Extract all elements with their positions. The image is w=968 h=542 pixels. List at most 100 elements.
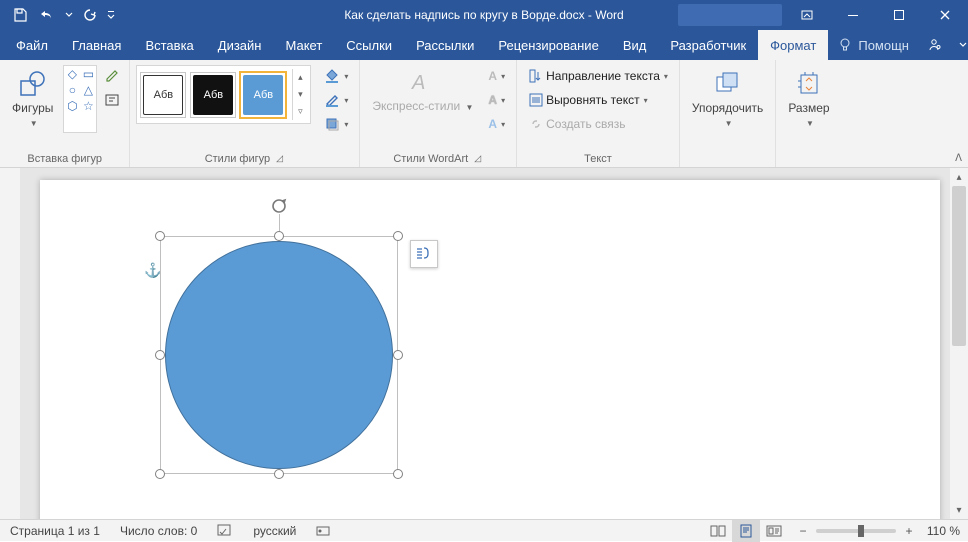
vertical-scrollbar[interactable]: ▴ ▾ [950, 168, 968, 519]
size-button[interactable]: Размер▼ [782, 65, 835, 134]
minimize-button[interactable] [830, 0, 876, 30]
zoom-controls: − + 110 % [788, 524, 968, 538]
group-shape-styles: Абв Абв Абв ▴▾▿ ▾ ▾ ▾ Стили фигур ◿ [130, 60, 360, 167]
read-mode-button[interactable] [704, 520, 732, 542]
tab-developer[interactable]: Разработчик [658, 30, 758, 60]
tab-view[interactable]: Вид [611, 30, 659, 60]
language-indicator[interactable]: русский [243, 520, 306, 541]
document-page[interactable]: ⚓ [40, 180, 940, 519]
zoom-slider[interactable] [816, 529, 896, 533]
handle-s[interactable] [274, 469, 284, 479]
page-indicator[interactable]: Страница 1 из 1 [0, 520, 110, 541]
wordart-express-button[interactable]: A Экспресс-стили ▼ [366, 65, 479, 118]
text-outline-button[interactable]: A▾ [483, 89, 510, 111]
arrange-button[interactable]: Упорядочить▼ [686, 65, 769, 134]
handle-e[interactable] [393, 350, 403, 360]
vertical-ruler [0, 168, 20, 519]
tab-layout[interactable]: Макет [273, 30, 334, 60]
shape-outline-button[interactable]: ▾ [319, 89, 353, 111]
share-button[interactable] [919, 37, 949, 53]
handle-se[interactable] [393, 469, 403, 479]
tab-file[interactable]: Файл [4, 30, 60, 60]
size-icon [795, 69, 823, 99]
ribbon-tabs: Файл Главная Вставка Дизайн Макет Ссылки… [0, 30, 968, 60]
handle-w[interactable] [155, 350, 165, 360]
text-fill-button[interactable]: A▾ [483, 65, 510, 87]
text-effects-button[interactable]: A▾ [483, 113, 510, 135]
zoom-level[interactable]: 110 % [922, 524, 960, 538]
tell-me[interactable]: Помощн [828, 38, 919, 53]
web-layout-button[interactable] [760, 520, 788, 542]
ribbon-display-options[interactable] [784, 0, 830, 30]
shapes-button[interactable]: Фигуры▼ [6, 65, 59, 134]
wordart-launcher[interactable]: ◿ [472, 153, 483, 164]
tab-insert[interactable]: Вставка [133, 30, 205, 60]
tab-references[interactable]: Ссылки [334, 30, 404, 60]
align-text-button[interactable]: Выровнять текст▾ [523, 89, 673, 111]
scroll-track[interactable] [950, 186, 968, 501]
undo-dropdown[interactable] [62, 1, 76, 29]
shape-style-gallery[interactable]: Абв Абв Абв ▴▾▿ [136, 65, 311, 124]
group-label-text: Текст [584, 149, 612, 167]
group-arrange: Упорядочить▼ [680, 60, 776, 167]
shape-effects-button[interactable]: ▾ [319, 113, 353, 135]
group-label-insert-shapes: Вставка фигур [27, 149, 102, 167]
layout-options-button[interactable] [410, 240, 438, 268]
shapes-gallery[interactable]: ◇▭ ○△ ⬡☆ [63, 65, 97, 133]
handle-sw[interactable] [155, 469, 165, 479]
group-text: Направление текста▾ Выровнять текст▾ Соз… [517, 60, 680, 167]
rotate-handle[interactable] [271, 198, 287, 214]
tab-format[interactable]: Формат [758, 30, 828, 60]
spellcheck-button[interactable] [207, 520, 243, 541]
wordart-icon: A [408, 69, 438, 97]
scroll-down[interactable]: ▾ [950, 501, 968, 519]
account-area[interactable] [678, 4, 782, 26]
undo-button[interactable] [34, 1, 62, 29]
tab-home[interactable]: Главная [60, 30, 133, 60]
handle-nw[interactable] [155, 231, 165, 241]
scroll-thumb[interactable] [952, 186, 966, 346]
group-label-wordart: Стили WordArt [393, 153, 468, 165]
document-area: ⚓ ▴ [0, 168, 968, 519]
collapse-ribbon-button[interactable]: ᐱ [955, 153, 962, 164]
draw-textbox-button[interactable] [101, 89, 123, 111]
maximize-button[interactable] [876, 0, 922, 30]
macro-record-button[interactable] [306, 520, 340, 541]
shape-fill-button[interactable]: ▾ [319, 65, 353, 87]
tab-design[interactable]: Дизайн [206, 30, 274, 60]
style-preset-3[interactable]: Абв [240, 72, 286, 118]
gallery-scroll[interactable]: ▴▾▿ [292, 69, 307, 120]
close-button[interactable] [922, 0, 968, 30]
print-layout-button[interactable] [732, 520, 760, 542]
handle-ne[interactable] [393, 231, 403, 241]
anchor-icon[interactable]: ⚓ [144, 262, 161, 279]
tab-review[interactable]: Рецензирование [486, 30, 610, 60]
zoom-out-button[interactable]: − [796, 524, 810, 538]
redo-button[interactable] [76, 1, 104, 29]
scroll-up[interactable]: ▴ [950, 168, 968, 186]
group-wordart-styles: A Экспресс-стили ▼ A▾ A▾ A▾ Стили WordAr… [360, 60, 517, 167]
group-label-shape-styles: Стили фигур [205, 153, 270, 165]
style-preset-2[interactable]: Абв [190, 72, 236, 118]
text-direction-button[interactable]: Направление текста▾ [523, 65, 673, 87]
edit-shape-button[interactable] [101, 65, 123, 87]
style-preset-1[interactable]: Абв [140, 72, 186, 118]
circle-shape[interactable] [165, 241, 393, 469]
zoom-thumb[interactable] [858, 525, 864, 537]
zoom-in-button[interactable]: + [902, 524, 916, 538]
selected-shape[interactable] [160, 236, 398, 474]
handle-n[interactable] [274, 231, 284, 241]
feedback-button[interactable] [949, 41, 968, 49]
title-bar: Как сделать надпись по кругу в Ворде.doc… [0, 0, 968, 30]
document-viewport[interactable]: ⚓ [20, 168, 950, 519]
group-size: Размер▼ [776, 60, 841, 167]
ribbon: Фигуры▼ ◇▭ ○△ ⬡☆ Вставка фигур Абв Абв А… [0, 60, 968, 168]
tab-mailings[interactable]: Рассылки [404, 30, 486, 60]
qat-customize[interactable] [104, 1, 118, 29]
shapes-icon [18, 69, 48, 99]
save-button[interactable] [6, 1, 34, 29]
shape-styles-launcher[interactable]: ◿ [274, 153, 285, 164]
create-link-button[interactable]: Создать связь [523, 113, 673, 135]
word-count[interactable]: Число слов: 0 [110, 520, 207, 541]
svg-text:A: A [411, 72, 425, 94]
